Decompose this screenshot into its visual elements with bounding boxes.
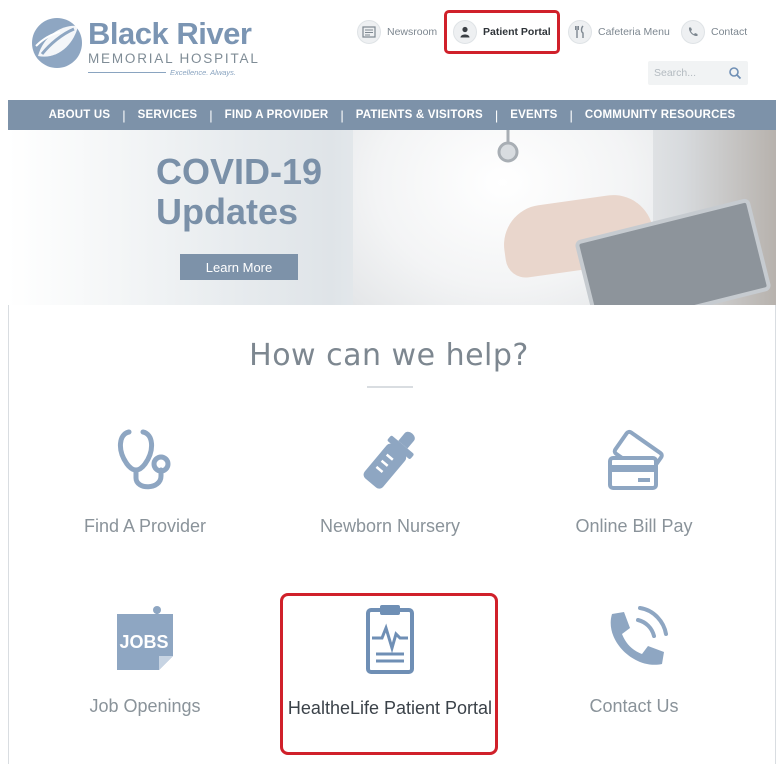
covid-hero-banner: COVID-19 Updates Learn More xyxy=(8,130,776,305)
clipboard-heartbeat-icon xyxy=(366,605,414,674)
tile-label: Newborn Nursery xyxy=(319,516,461,536)
utility-link-newsroom[interactable]: Newsroom xyxy=(357,19,437,45)
credit-card-icon xyxy=(608,429,664,490)
help-title-rule xyxy=(367,386,413,388)
tile-label: Find A Provider xyxy=(83,516,207,536)
utility-link-label: Cafeteria Menu xyxy=(598,26,670,38)
utility-link-cafeteria-menu[interactable]: Cafeteria Menu xyxy=(568,19,670,45)
tagline-rule xyxy=(88,72,166,73)
nav-item-find-a-provider[interactable]: FIND A PROVIDER xyxy=(213,109,341,121)
brand-subtitle: MEMORIAL HOSPITAL xyxy=(88,51,260,66)
hero-title-line-1: COVID-19 xyxy=(156,151,323,192)
jobs-note-icon: JOBS xyxy=(117,606,173,670)
search-placeholder: Search... xyxy=(654,67,697,79)
tile-label: Contact Us xyxy=(589,696,679,716)
page-frame: Black River MEMORIAL HOSPITAL Excellence… xyxy=(0,0,778,764)
help-section-title: How can we help? xyxy=(249,338,529,373)
brand-tagline: Excellence. Always. xyxy=(170,68,236,77)
brand-name: Black River xyxy=(88,16,252,51)
phone-icon xyxy=(681,20,705,44)
tile-label: HealtheLife Patient Portal xyxy=(287,698,493,718)
utility-link-contact[interactable]: Contact xyxy=(681,19,747,45)
nav-item-patients-visitors[interactable]: PATIENTS & VISITORS xyxy=(344,109,495,121)
hero-title-line-2: Updates xyxy=(156,191,299,232)
learn-more-button[interactable]: Learn More xyxy=(180,254,298,280)
tile-contact-us[interactable]: Contact Us xyxy=(524,600,744,716)
tile-find-a-provider[interactable]: Find A Provider xyxy=(35,420,255,536)
newspaper-icon xyxy=(357,20,381,44)
tile-job-openings[interactable]: JOBS Job Openings xyxy=(35,600,255,716)
nav-item-services[interactable]: SERVICES xyxy=(126,109,210,121)
fork-knife-icon xyxy=(568,20,592,44)
leaf-logo-icon xyxy=(32,18,82,68)
main-nav: ABOUT US | SERVICES | FIND A PROVIDER | … xyxy=(8,100,776,130)
utility-link-label: Newsroom xyxy=(387,26,438,38)
stethoscope-image xyxy=(497,130,519,163)
tile-label: Online Bill Pay xyxy=(575,516,693,536)
nav-item-about-us[interactable]: ABOUT US xyxy=(37,109,123,121)
search-input[interactable]: Search... xyxy=(648,61,748,85)
tile-label: Job Openings xyxy=(89,696,201,716)
baby-bottle-icon xyxy=(363,431,415,489)
tile-healthelife-patient-portal[interactable]: HealtheLife Patient Portal xyxy=(280,600,500,718)
nav-item-community-resources[interactable]: COMMUNITY RESOURCES xyxy=(573,109,748,121)
phone-ringing-icon xyxy=(610,606,668,665)
tile-newborn-nursery[interactable]: Newborn Nursery xyxy=(280,420,500,536)
tile-online-bill-pay[interactable]: Online Bill Pay xyxy=(524,420,744,536)
stethoscope-icon xyxy=(118,429,171,490)
hospital-logo[interactable]: Black River MEMORIAL HOSPITAL Excellence… xyxy=(30,12,260,82)
jobs-icon-text: JOBS xyxy=(119,632,168,652)
patient-portal-highlight xyxy=(444,10,560,54)
utility-link-label: Contact xyxy=(711,26,748,38)
search-icon[interactable] xyxy=(728,66,742,80)
hero-title: COVID-19 Updates xyxy=(156,152,322,232)
nav-item-events[interactable]: EVENTS xyxy=(498,109,569,121)
